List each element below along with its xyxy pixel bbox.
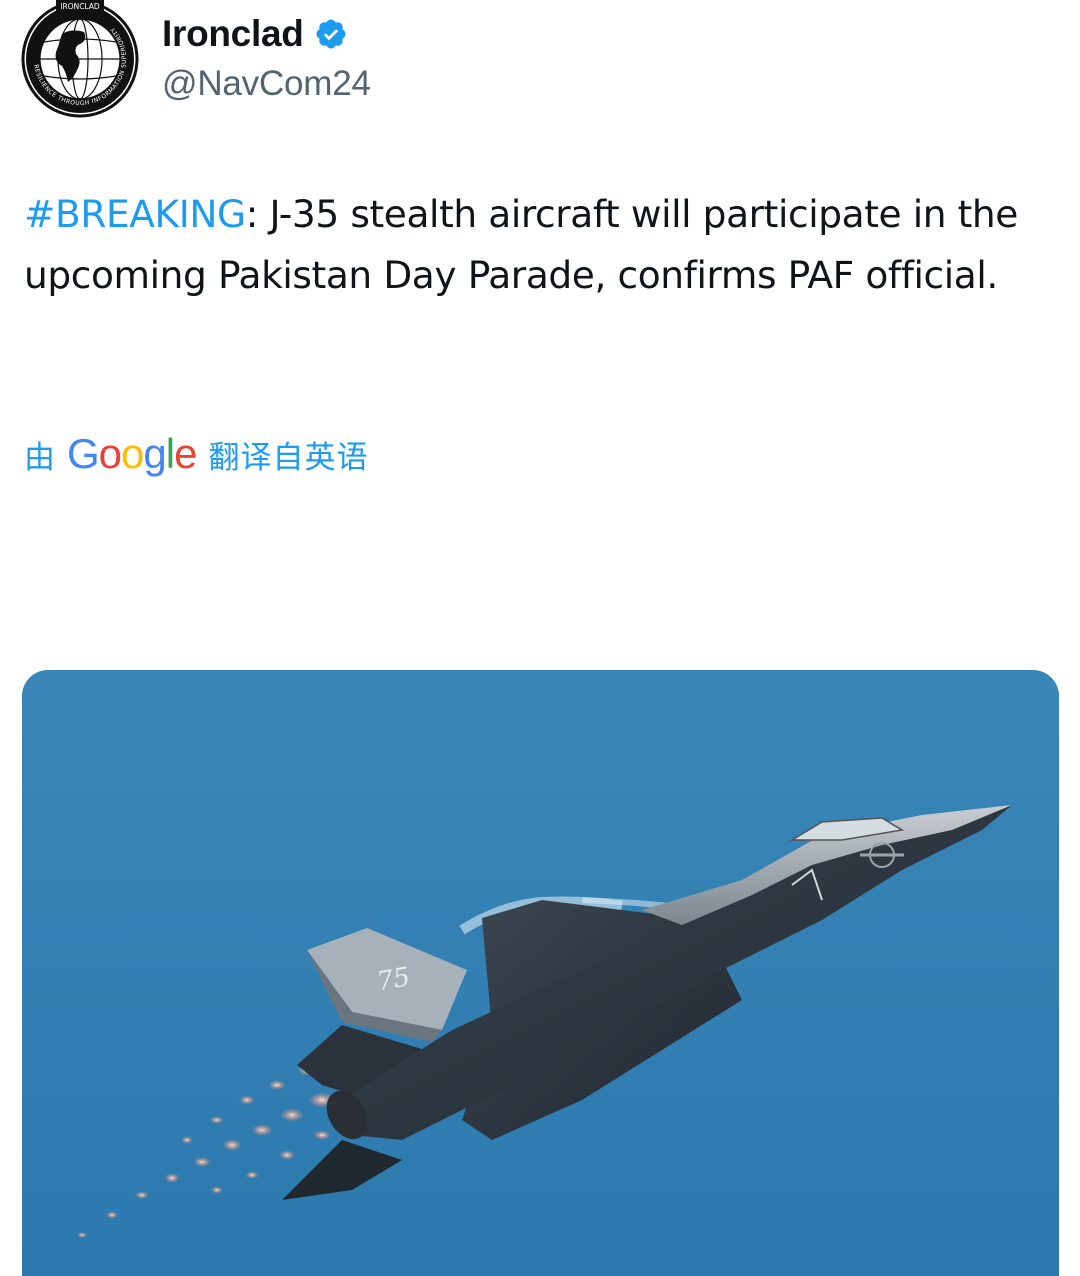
hashtag-link[interactable]: #BREAKING: [24, 192, 246, 236]
verified-badge-icon: [314, 17, 348, 51]
tweet-text: #BREAKING: J-35 stealth aircraft will pa…: [24, 184, 1064, 306]
avatar[interactable]: RESILIENCE THROUGH INFORMATION SUPERIORI…: [20, 0, 140, 118]
jet-photo: 75: [22, 670, 1059, 1276]
handle[interactable]: @NavCom24: [162, 64, 371, 104]
google-logo: Google: [67, 430, 197, 477]
display-name-row: Ironclad: [162, 10, 371, 58]
avatar-top-text: IRONCLAD: [60, 2, 100, 11]
display-name[interactable]: Ironclad: [162, 13, 304, 55]
translation-suffix: 翻译自英语: [208, 439, 369, 476]
globe-emblem-icon: RESILIENCE THROUGH INFORMATION SUPERIORI…: [21, 0, 139, 118]
tail-number: 75: [375, 962, 413, 997]
tweet-media-photo[interactable]: 75: [22, 670, 1059, 1276]
author-info: Ironclad @NavCom24: [162, 10, 371, 104]
translation-attribution[interactable]: 由 Google 翻译自英语: [24, 428, 368, 480]
translation-prefix: 由: [24, 439, 55, 476]
